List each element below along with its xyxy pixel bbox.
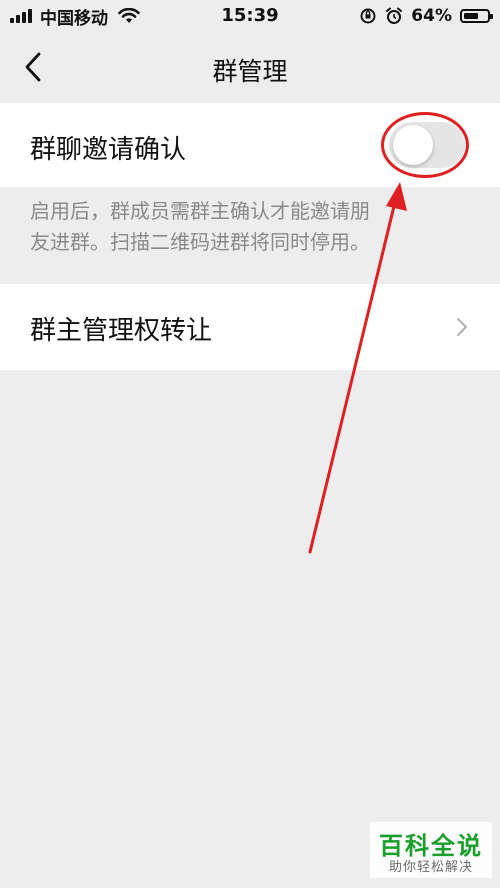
invite-confirm-toggle[interactable] [389,122,465,168]
invite-description-line: 友进群。扫描二维码进群将同时停用。 [30,230,370,254]
nav-bar: 群管理 [0,34,500,100]
toggle-knob [393,125,433,165]
invite-confirm-label: 群聊邀请确认 [30,135,187,165]
orientation-lock-icon [360,8,376,24]
battery-fill [464,13,478,19]
watermark-logo: 百科全说 助你轻松解决 [370,822,492,878]
battery-percent: 64% [411,6,452,26]
transfer-ownership-label: 群主管理权转让 [30,316,213,346]
transfer-ownership-cell[interactable]: 群主管理权转让 [0,284,500,370]
chevron-right-icon [457,318,467,336]
status-right: 64% [359,6,493,26]
page-title: 群管理 [212,57,288,86]
alarm-icon [386,7,403,24]
invite-description: 启用后，群成员需群主确认才能邀请朋 友进群。扫描二维码进群将同时停用。 [30,196,470,258]
status-bar: 中国移动 15:39 64% [0,0,500,34]
watermark-subtitle: 助你轻松解决 [388,860,473,875]
battery-icon [460,9,493,23]
invite-description-line: 启用后，群成员需群主确认才能邀请朋 [30,199,370,223]
